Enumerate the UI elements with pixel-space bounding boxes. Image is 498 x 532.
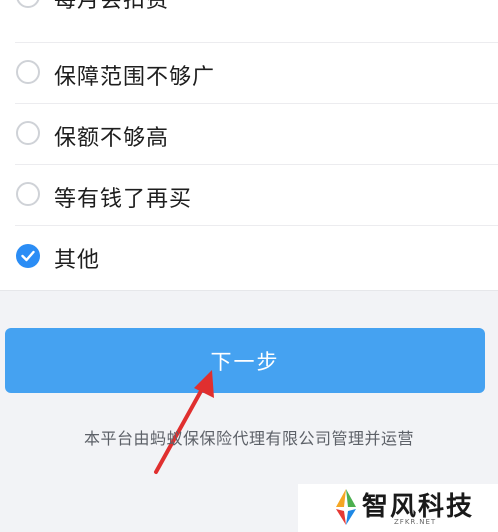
option-label: 保障范围不够广 <box>54 65 216 90</box>
radio-unchecked-icon[interactable] <box>16 182 40 206</box>
checkmark-icon <box>21 250 35 262</box>
watermark-site: ZFKR.NET <box>394 518 437 526</box>
radio-unchecked-icon[interactable] <box>16 0 40 8</box>
option-label: 每月会扣费 <box>54 0 170 13</box>
radio-unchecked-icon[interactable] <box>16 60 40 84</box>
option-monthly-fee[interactable]: 每月会扣费 <box>0 0 498 43</box>
next-step-button[interactable]: 下一步 <box>5 328 485 393</box>
reason-option-list: 每月会扣费 保障范围不够广 保额不够高 等有钱了再买 其他 <box>0 0 498 291</box>
option-other[interactable]: 其他 <box>0 226 498 287</box>
option-label: 保额不够高 <box>54 126 170 151</box>
option-label: 其他 <box>54 248 101 273</box>
option-label: 等有钱了再买 <box>54 187 193 212</box>
radio-checked-icon[interactable] <box>16 244 40 268</box>
red-annotation-arrow-icon <box>154 370 214 474</box>
option-buy-later[interactable]: 等有钱了再买 <box>0 165 498 226</box>
operator-disclaimer: 本平台由蚂蚁保保险代理有限公司管理并运营 <box>83 429 414 448</box>
option-coverage-amount[interactable]: 保额不够高 <box>0 104 498 165</box>
watermark-logo-icon <box>336 489 356 525</box>
option-coverage-scope[interactable]: 保障范围不够广 <box>0 43 498 104</box>
radio-unchecked-icon[interactable] <box>16 121 40 145</box>
watermark: 智风科技 ZFKR.NET <box>298 484 498 532</box>
